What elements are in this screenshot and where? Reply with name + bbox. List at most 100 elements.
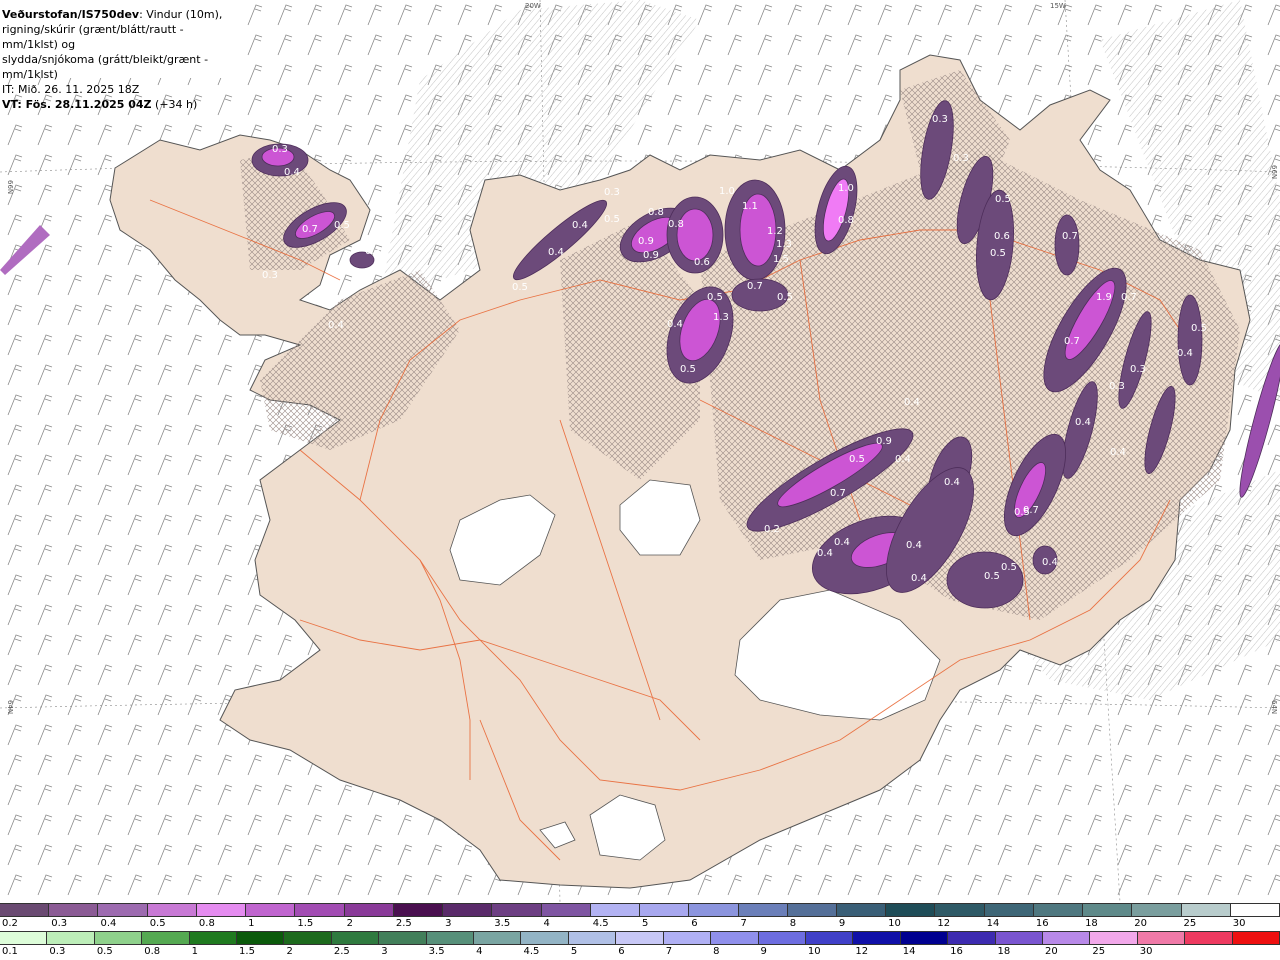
scale-swatch bbox=[237, 932, 285, 944]
scale-swatch bbox=[147, 904, 197, 916]
scale-label: 7 bbox=[665, 946, 673, 957]
scale-label: 2 bbox=[286, 946, 293, 957]
scale-swatch bbox=[935, 904, 985, 916]
init-time: IT: Mið. 26. 11. 2025 18Z bbox=[2, 83, 140, 96]
scale-swatch bbox=[853, 932, 901, 944]
field-desc-1: : Vindur (10m), bbox=[139, 8, 223, 21]
precip-value-label: 0.3 bbox=[604, 187, 620, 198]
precip-value-label: 0.5 bbox=[849, 454, 865, 465]
scale-label: 16 bbox=[1035, 918, 1049, 929]
scale-swatch bbox=[492, 904, 542, 916]
scale-label: 14 bbox=[986, 918, 1000, 929]
scale-label: 16 bbox=[950, 946, 963, 957]
lead-time: (+34 h) bbox=[155, 98, 198, 111]
precip-value-label: 0.7 bbox=[747, 281, 763, 292]
scale-label: 14 bbox=[902, 946, 916, 957]
precip-value-label: 0.4 bbox=[572, 220, 588, 231]
scale-swatch bbox=[711, 932, 759, 944]
lat-label-64n-right: 64N bbox=[1270, 700, 1278, 714]
scale-label: 3 bbox=[445, 918, 452, 929]
lat-label-66n-left: 66N bbox=[6, 180, 14, 194]
lon-label-15w: 15W bbox=[1050, 2, 1066, 10]
precip-value-label: 0.3 bbox=[272, 144, 288, 155]
precip-value-label: 0.5 bbox=[604, 214, 620, 225]
scale-label: 12 bbox=[937, 918, 951, 929]
scale-swatch bbox=[758, 932, 806, 944]
scale-swatch bbox=[1083, 904, 1133, 916]
scale-swatch bbox=[393, 904, 444, 916]
precip-value-label: 0.4 bbox=[911, 573, 927, 584]
precip-value-label: 0.9 bbox=[638, 236, 654, 247]
scale-label: 0.5 bbox=[96, 946, 113, 957]
precip-value-label: 0.7 bbox=[830, 488, 846, 499]
lat-label-66n-right: 66N bbox=[1270, 165, 1278, 179]
scale-label: 2.5 bbox=[395, 918, 412, 929]
precip-value-label: 0.4 bbox=[817, 548, 833, 559]
scale-label: 2.5 bbox=[333, 946, 350, 957]
precip-value-label: 0.4 bbox=[944, 477, 960, 488]
scale-swatch bbox=[379, 932, 427, 944]
scale-swatch bbox=[1232, 932, 1280, 944]
rain-scale-labels: 0.1 0.3 0.5 0.8 1 1.5 2 2.5 3 3.5 4 4.5 5 6 7 8 9 10 12 14 1… bbox=[0, 946, 1280, 958]
precip-value-label: 1.9 bbox=[1096, 292, 1112, 303]
precip-value-label: 0.8 bbox=[648, 207, 664, 218]
precip-value-label: 0.4 bbox=[1177, 348, 1193, 359]
scale-label: 20 bbox=[1134, 918, 1148, 929]
scale-label: 1.5 bbox=[297, 918, 314, 929]
precip-value-label: 0.5 bbox=[990, 248, 1006, 259]
scale-label: 5 bbox=[642, 918, 649, 929]
scale-label: 1 bbox=[248, 918, 255, 929]
precip-value-label: 0.7 bbox=[302, 224, 318, 235]
scale-label: 3.5 bbox=[428, 946, 445, 957]
rain-color-scale bbox=[0, 931, 1280, 945]
precip-value-label: 0.4 bbox=[284, 167, 300, 178]
precip-value-label: 0.5 bbox=[1001, 562, 1017, 573]
scale-swatch bbox=[246, 904, 296, 916]
scale-swatch bbox=[331, 932, 380, 944]
scale-swatch bbox=[196, 904, 247, 916]
precip-value-label: 0.5 bbox=[334, 220, 350, 231]
scale-swatch bbox=[1132, 904, 1182, 916]
scale-label: 9 bbox=[838, 918, 846, 929]
scale-swatch bbox=[474, 932, 522, 944]
precip-value-label: 0.6 bbox=[694, 257, 710, 268]
scale-swatch bbox=[984, 904, 1034, 916]
precip-value-label: 1.3 bbox=[713, 312, 729, 323]
precip-value-label: 0.5 bbox=[512, 282, 528, 293]
precip-value-label: 0.5 bbox=[995, 194, 1011, 205]
scale-label: 10 bbox=[807, 946, 821, 957]
precip-value-label: 0.6 bbox=[994, 231, 1010, 242]
scale-swatch bbox=[284, 932, 332, 944]
precip-value-label: 0.9 bbox=[643, 250, 659, 261]
scale-label: 3 bbox=[381, 946, 388, 957]
scale-swatch bbox=[0, 904, 50, 916]
snow-scale-labels: 0.2 0.3 0.4 0.5 0.8 1 1.5 2 2.5 3 3.5 4 4.5 5 6 7 8 9 10 12… bbox=[0, 918, 1280, 930]
precip-value-label: 1.2 bbox=[767, 226, 783, 237]
precip-value-label: 0.8 bbox=[838, 215, 854, 226]
scale-swatch bbox=[344, 904, 394, 916]
scale-swatch bbox=[443, 904, 493, 916]
scale-swatch bbox=[1042, 932, 1091, 944]
scale-swatch bbox=[616, 932, 664, 944]
precip-value-label: 0.7 bbox=[1064, 336, 1080, 347]
precip-value-label: 0.4 bbox=[548, 247, 564, 258]
scale-label: 3.5 bbox=[494, 918, 511, 929]
scale-swatch bbox=[640, 904, 690, 916]
scale-label: 1.5 bbox=[239, 946, 255, 957]
scale-swatch bbox=[590, 904, 641, 916]
precip-value-label: 1.5 bbox=[773, 254, 789, 265]
scale-swatch bbox=[98, 904, 148, 916]
precip-value-label: 0.5 bbox=[680, 364, 696, 375]
precip-value-label: 0.3 bbox=[1130, 364, 1146, 375]
scale-label: 25 bbox=[1092, 946, 1106, 957]
scale-label: 25 bbox=[1183, 918, 1197, 929]
precip-value-label: 0.3 bbox=[1109, 381, 1125, 392]
precip-value-label: 0.4 bbox=[834, 537, 850, 548]
scale-label: 6 bbox=[618, 946, 625, 957]
precip-value-label: 0.3 bbox=[262, 270, 278, 281]
scale-swatch bbox=[900, 932, 949, 944]
scale-label: 0.3 bbox=[49, 946, 66, 957]
scale-swatch bbox=[541, 904, 591, 916]
scale-swatch bbox=[0, 932, 48, 944]
precip-value-label: 0.9 bbox=[876, 436, 892, 447]
